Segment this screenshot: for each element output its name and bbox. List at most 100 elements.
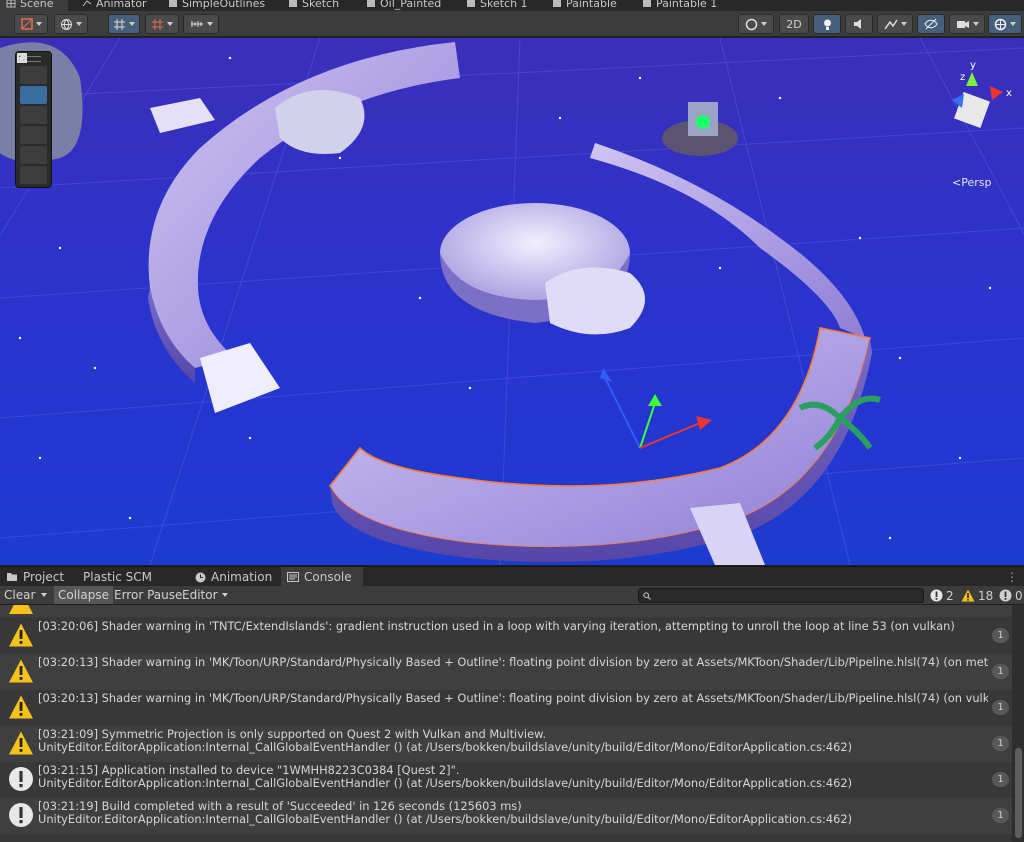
transform-icon: [17, 53, 27, 63]
gizmos-button[interactable]: [988, 14, 1022, 34]
log-line-2: UnityEditor.EditorApplication:Internal_C…: [38, 812, 853, 826]
lighting-toggle-button[interactable]: [813, 14, 841, 34]
log-row[interactable]: [03:21:09] Symmetric Projection is only …: [0, 726, 1012, 762]
console-search-box[interactable]: [638, 588, 924, 603]
log-row[interactable]: [03:21:15] Application installed to devi…: [0, 762, 1012, 798]
warning-icon: [9, 659, 33, 683]
globe-icon: [61, 18, 72, 30]
error-icon: [999, 589, 1012, 602]
tab-label: Plastic SCM: [83, 570, 152, 584]
tab-label: SimpleOutlines: [182, 0, 266, 10]
console-scrollbar[interactable]: [1012, 605, 1024, 842]
shader-graph-icon: [169, 0, 177, 7]
info-count-toggle[interactable]: 2: [930, 587, 954, 604]
log-row[interactable]: [03:20:13] Shader warning in 'MK/Toon/UR…: [0, 690, 1012, 726]
tab-label: Animator: [96, 0, 147, 10]
tab-project[interactable]: Project: [0, 567, 70, 587]
gizmo-y-label: y: [970, 60, 976, 71]
log-row[interactable]: [03:21:19] Build completed with a result…: [0, 798, 1012, 834]
draw-shaded-button[interactable]: [738, 14, 774, 34]
collapse-label: Collapse: [58, 588, 109, 602]
audio-toggle-button[interactable]: [845, 14, 873, 34]
log-line-1: [03:20:13] Shader warning in 'MK/Toon/UR…: [38, 692, 988, 705]
scale-tool-button[interactable]: [17, 53, 47, 144]
error-count-toggle[interactable]: 0: [999, 587, 1023, 604]
ring-path-far: [148, 42, 461, 368]
clock-icon: [195, 572, 206, 582]
tab-oil-painted[interactable]: Oil_Painted: [366, 0, 441, 11]
log-line-2: UnityEditor.EditorApplication:Internal_C…: [38, 740, 853, 754]
gizmo-z-label: z: [960, 72, 965, 83]
log-count-badge: 1: [992, 772, 1009, 787]
tab-console[interactable]: Console: [281, 567, 363, 587]
grid-snap-button[interactable]: [108, 14, 140, 34]
shaded-sphere-icon: [745, 18, 758, 30]
tab-label: Paintable 1: [656, 0, 718, 10]
orientation-gizmo[interactable]: y x z: [952, 60, 1012, 128]
move-tool-button[interactable]: [17, 53, 47, 104]
log-line-2: UnityEditor.EditorApplication:Internal_C…: [38, 776, 853, 790]
toggle-snap-button[interactable]: [183, 14, 219, 34]
increment-snap-button[interactable]: [145, 14, 179, 34]
tab-animator[interactable]: Animator: [82, 0, 147, 11]
tab-animation[interactable]: Animation: [189, 567, 278, 587]
info-icon: [930, 589, 943, 602]
tab-sketch-1[interactable]: Sketch 1: [466, 0, 528, 11]
projection-toggle[interactable]: <Persp: [952, 176, 991, 189]
log-count-badge: 1: [992, 808, 1009, 823]
editor-dropdown[interactable]: Editor: [178, 586, 232, 604]
clear-button[interactable]: Clear: [0, 586, 39, 604]
info-icon: [9, 803, 33, 827]
console-icon: [287, 572, 299, 582]
log-row[interactable]: [03:20:06] Shader warning in 'TNTC/Exten…: [0, 618, 1012, 654]
2d-mode-button[interactable]: 2D: [779, 14, 809, 34]
tab-label: Scene: [20, 0, 54, 10]
tab-label: Oil_Painted: [380, 0, 442, 10]
shader-graph-icon: [643, 0, 651, 7]
editor-label: Editor: [182, 588, 218, 602]
tab-plastic-scm[interactable]: Plastic SCM: [77, 567, 158, 587]
tab-paintable[interactable]: Paintable: [552, 0, 617, 11]
scene-grid-icon: [6, 0, 16, 8]
error-pause-toggle[interactable]: Error Pause: [110, 586, 186, 604]
console-toolbar: Clear Collapse Error Pause Editor 2 18 0: [0, 586, 1024, 605]
panel-menu-icon[interactable]: ⋮: [1006, 570, 1018, 584]
tab-paintable-1[interactable]: Paintable 1: [642, 0, 717, 11]
tab-label: Project: [23, 570, 65, 584]
log-row-partial[interactable]: [0, 605, 1012, 617]
log-message: [03:20:13] Shader warning in 'MK/Toon/UR…: [38, 656, 988, 669]
editor-tab-bar: Scene Animator SimpleOutlines Sketch Oil…: [0, 0, 1024, 11]
transform-tool-button[interactable]: [17, 53, 47, 184]
draw-mode-button[interactable]: [14, 14, 48, 34]
log-line-1: [03:20:13] Shader warning in 'MK/Toon/UR…: [38, 656, 988, 669]
tab-scene[interactable]: Scene: [0, 0, 68, 11]
log-count-badge: 1: [992, 736, 1009, 751]
clear-options-dropdown[interactable]: [36, 586, 52, 604]
tab-simpleoutlines[interactable]: SimpleOutlines: [168, 0, 265, 11]
log-message: [03:20:06] Shader warning in 'TNTC/Exten…: [38, 620, 988, 633]
scene-toolbar: 2D: [0, 11, 1024, 37]
warning-icon: [961, 589, 975, 602]
scene-viewport[interactable]: y x z <Persp: [0, 38, 1024, 565]
warning-icon: [9, 731, 33, 755]
scrollbar-thumb[interactable]: [1015, 748, 1022, 838]
warning-count-toggle[interactable]: 18: [961, 587, 993, 604]
rect-tool-button[interactable]: [17, 53, 47, 164]
camera-settings-button[interactable]: [949, 14, 985, 34]
effects-icon: [883, 19, 898, 30]
clear-label: Clear: [4, 588, 36, 602]
rotate-tool-button[interactable]: [17, 53, 47, 124]
hand-tool-button[interactable]: [18, 54, 47, 84]
grid-snap-icon: [114, 18, 125, 30]
tab-sketch[interactable]: Sketch: [288, 0, 339, 11]
error-count: 0: [1015, 588, 1023, 603]
scene-render: y x z: [0, 38, 1024, 565]
global-local-button[interactable]: [54, 14, 88, 34]
2d-label: 2D: [786, 17, 802, 31]
log-row[interactable]: [03:20:13] Shader warning in 'MK/Toon/UR…: [0, 654, 1012, 690]
console-log-list[interactable]: [03:20:06] Shader warning in 'TNTC/Exten…: [0, 605, 1012, 842]
effects-button[interactable]: [877, 14, 913, 34]
visibility-toggle-button[interactable]: [917, 14, 945, 34]
collapse-toggle[interactable]: Collapse: [54, 586, 113, 604]
folder-icon: [7, 573, 17, 581]
